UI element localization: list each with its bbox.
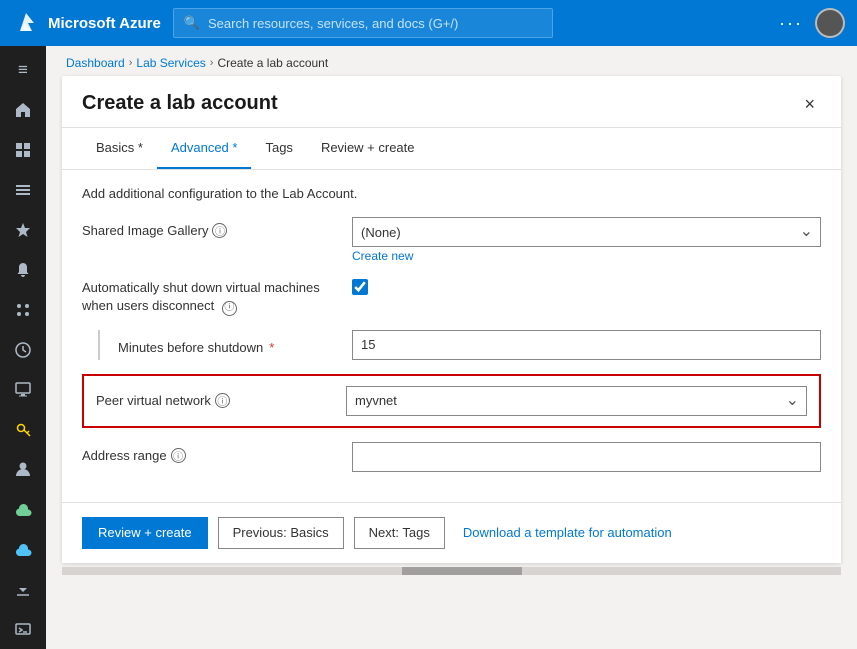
topbar-right: ···: [779, 8, 845, 38]
breadcrumb-lab-services[interactable]: Lab Services: [136, 56, 205, 70]
indent-line: [98, 330, 118, 360]
key-icon: [14, 420, 32, 438]
form-body: Add additional configuration to the Lab …: [62, 170, 841, 502]
address-range-row: Address range ⓘ: [82, 442, 821, 472]
cloud-green-icon: [14, 500, 32, 518]
tab-bar: Basics * Advanced * Tags Review + create: [62, 128, 841, 170]
auto-shutdown-checkbox[interactable]: [352, 279, 368, 295]
sidebar-item-user[interactable]: [0, 449, 46, 489]
peer-virtual-network-row: Peer virtual network ⓘ myvnet: [82, 374, 821, 428]
download-template-link[interactable]: Download a template for automation: [463, 525, 672, 540]
search-bar[interactable]: 🔍: [173, 8, 553, 38]
clock-icon: [14, 341, 32, 359]
breadcrumb: Dashboard › Lab Services › Create a lab …: [46, 46, 857, 76]
main-content: Dashboard › Lab Services › Create a lab …: [46, 46, 857, 649]
list-icon: [14, 181, 32, 199]
sidebar-item-key[interactable]: [0, 409, 46, 449]
sidebar-item-clock[interactable]: [0, 330, 46, 370]
peer-vnet-info-icon[interactable]: ⓘ: [215, 393, 230, 408]
sidebar-item-notifications[interactable]: [0, 250, 46, 290]
peer-vnet-dropdown[interactable]: myvnet: [346, 386, 807, 416]
sidebar-item-terminal[interactable]: [0, 609, 46, 649]
sidebar-item-monitor[interactable]: [0, 370, 46, 410]
azure-logo-icon: [12, 9, 40, 37]
form-subtitle: Add additional configuration to the Lab …: [82, 186, 821, 201]
auto-shutdown-label: Automatically shut down virtual machines…: [82, 277, 352, 316]
shared-image-gallery-select[interactable]: (None): [352, 217, 821, 247]
tab-advanced[interactable]: Advanced *: [157, 128, 252, 169]
star-icon: [14, 221, 32, 239]
tab-review-create[interactable]: Review + create: [307, 128, 429, 169]
shared-image-gallery-control: (None) Create new: [352, 217, 821, 263]
next-button[interactable]: Next: Tags: [354, 517, 445, 549]
shared-image-gallery-info-icon[interactable]: ⓘ: [212, 223, 227, 238]
review-create-button[interactable]: Review + create: [82, 517, 208, 549]
cloud-upload-icon: [14, 540, 32, 558]
search-input[interactable]: [208, 16, 542, 31]
terminal-icon: [14, 620, 32, 638]
sidebar-item-list[interactable]: [0, 170, 46, 210]
peer-vnet-select[interactable]: myvnet: [346, 386, 807, 416]
breadcrumb-current: Create a lab account: [217, 56, 328, 70]
sidebar-item-dashboard[interactable]: [0, 130, 46, 170]
panel-title: Create a lab account: [82, 92, 278, 115]
panel-footer: Review + create Previous: Basics Next: T…: [62, 502, 841, 563]
auto-shutdown-row: Automatically shut down virtual machines…: [82, 277, 821, 316]
auto-shutdown-info-icon[interactable]: ⓘ: [222, 301, 237, 316]
sidebar-item-download[interactable]: [0, 569, 46, 609]
create-new-link[interactable]: Create new: [352, 249, 821, 263]
address-range-control: [352, 442, 821, 472]
previous-button[interactable]: Previous: Basics: [218, 517, 344, 549]
shared-image-gallery-dropdown[interactable]: (None): [352, 217, 821, 247]
breadcrumb-dashboard[interactable]: Dashboard: [66, 56, 125, 70]
panel-header: Create a lab account ×: [62, 76, 841, 128]
scrollbar-thumb[interactable]: [402, 567, 522, 575]
brand-logo: Microsoft Azure: [12, 9, 161, 37]
horizontal-scrollbar[interactable]: [62, 567, 841, 575]
sidebar-item-favorites[interactable]: [0, 210, 46, 250]
peer-virtual-network-label: Peer virtual network ⓘ: [96, 393, 346, 408]
sidebar-item-cloud-green[interactable]: [0, 489, 46, 529]
sidebar-expand[interactable]: ≡: [0, 50, 46, 90]
dashboard-icon: [14, 141, 32, 159]
shared-image-gallery-row: Shared Image Gallery ⓘ (None) Create new: [82, 217, 821, 263]
bell-icon: [14, 261, 32, 279]
minutes-shutdown-input[interactable]: [352, 330, 821, 360]
search-icon: 🔍: [184, 15, 200, 31]
shared-image-gallery-label: Shared Image Gallery ⓘ: [82, 217, 352, 238]
home-icon: [14, 101, 32, 119]
more-options-icon[interactable]: ···: [779, 13, 803, 34]
breadcrumb-sep2: ›: [210, 57, 214, 69]
close-button[interactable]: ×: [798, 93, 821, 115]
expand-icon: ≡: [18, 60, 28, 80]
tab-tags[interactable]: Tags: [251, 128, 306, 169]
topbar: Microsoft Azure 🔍 ···: [0, 0, 857, 46]
create-lab-panel: Create a lab account × Basics * Advanced…: [62, 76, 841, 563]
minutes-shutdown-row: Minutes before shutdown *: [82, 330, 821, 360]
sidebar-item-apps[interactable]: [0, 290, 46, 330]
required-marker: *: [269, 340, 274, 355]
breadcrumb-sep1: ›: [129, 57, 133, 69]
monitor-icon: [14, 380, 32, 398]
sidebar: ≡: [0, 46, 46, 649]
layout: ≡: [0, 46, 857, 649]
avatar[interactable]: [815, 8, 845, 38]
minutes-shutdown-label: Minutes before shutdown *: [118, 334, 352, 355]
tab-basics[interactable]: Basics *: [82, 128, 157, 169]
sidebar-item-home[interactable]: [0, 90, 46, 130]
download-icon: [14, 580, 32, 598]
sidebar-item-cloud-upload[interactable]: [0, 529, 46, 569]
peer-virtual-network-control: myvnet: [346, 386, 807, 416]
address-range-input[interactable]: [352, 442, 821, 472]
auto-shutdown-checkbox-control[interactable]: [352, 277, 821, 295]
address-range-label: Address range ⓘ: [82, 442, 352, 463]
address-range-info-icon[interactable]: ⓘ: [171, 448, 186, 463]
apps-icon: [14, 301, 32, 319]
person-icon: [14, 460, 32, 478]
